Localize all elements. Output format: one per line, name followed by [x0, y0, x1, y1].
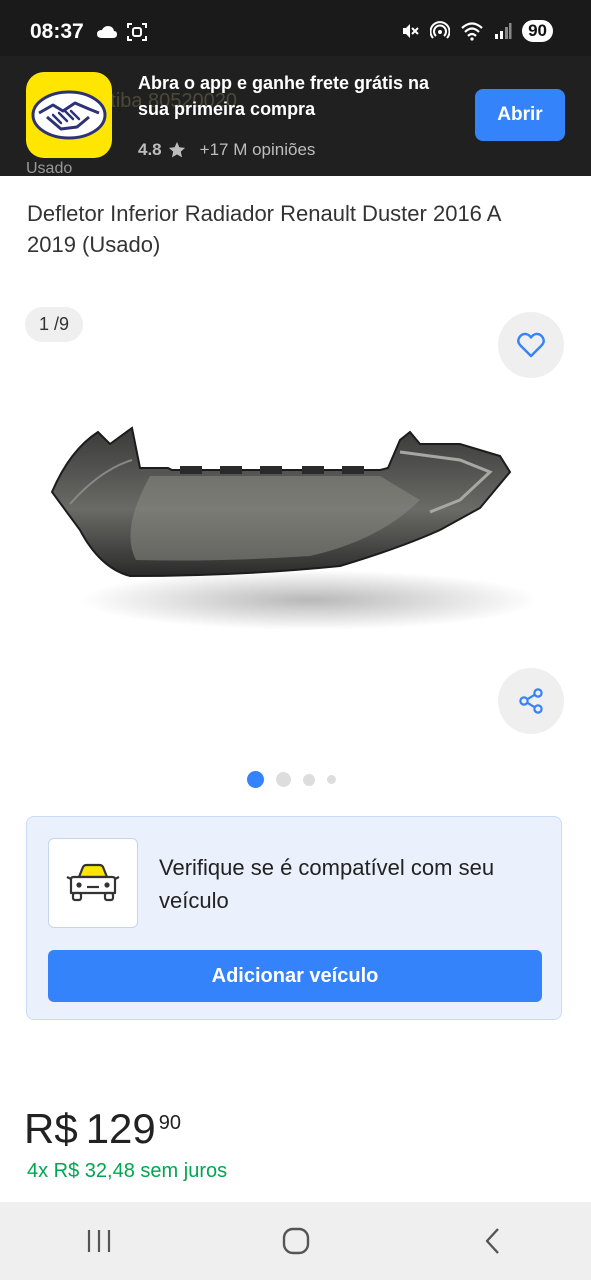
product-title: Defletor Inferior Radiador Renault Duste…	[27, 201, 501, 257]
back-icon	[485, 1228, 499, 1254]
screenshot-icon	[127, 23, 147, 41]
review-count: +17 M opiniões	[199, 140, 316, 159]
system-navigation-bar	[0, 1202, 591, 1280]
banner-title: Abra o app e ganhe frete grátis na sua p…	[138, 73, 430, 119]
app-install-banner: para Curitiba 80520020 Abra o app e ganh…	[0, 56, 591, 176]
installments: 4x R$ 32,48 sem juros	[27, 1160, 228, 1182]
compatibility-text: Verifique se é compatível com seu veícul…	[159, 855, 495, 913]
cloud-icon	[97, 26, 117, 38]
car-icon-box	[48, 838, 138, 928]
carousel-dot[interactable]	[303, 773, 315, 786]
status-bar: 08:37 90	[0, 0, 591, 56]
app-logo[interactable]	[26, 72, 112, 158]
heart-icon	[517, 332, 545, 358]
battery-indicator: 90	[522, 20, 553, 42]
recent-apps-icon	[87, 1230, 110, 1252]
rating-value: 4.8	[138, 140, 162, 159]
add-vehicle-button[interactable]: Adicionar veículo	[48, 950, 542, 1002]
handshake-logo-icon	[31, 90, 107, 140]
image-counter: 1 /9	[25, 307, 84, 342]
price: R$ 129 90	[24, 1104, 181, 1154]
price-currency: R$	[24, 1105, 78, 1152]
hotspot-icon	[430, 21, 451, 39]
status-time: 08:37	[30, 20, 84, 43]
price-amount: 129	[85, 1105, 156, 1152]
carousel-dot[interactable]	[276, 772, 291, 787]
star-icon	[168, 141, 185, 158]
back-button[interactable]	[463, 1211, 523, 1271]
carousel-dots	[247, 771, 336, 788]
share-button[interactable]	[498, 668, 564, 734]
carousel-dot[interactable]	[327, 775, 336, 784]
product-image[interactable]	[40, 400, 560, 640]
price-cents: 90	[158, 1112, 182, 1134]
open-app-button[interactable]: Abrir	[475, 89, 565, 141]
car-icon	[66, 863, 120, 902]
recent-apps-button[interactable]	[69, 1211, 129, 1271]
banner-rating: 4.8 +17 M opiniões	[138, 140, 315, 160]
favorite-button[interactable]	[498, 312, 564, 378]
mute-icon	[403, 24, 419, 38]
home-icon	[282, 1227, 309, 1255]
carousel-dot-active[interactable]	[247, 771, 264, 788]
signal-icon	[495, 23, 512, 39]
compatibility-card: Verifique se é compatível com seu veícul…	[26, 816, 562, 1020]
condition-label: Usado	[26, 160, 73, 176]
wifi-icon	[461, 22, 483, 41]
home-button[interactable]	[266, 1211, 326, 1271]
share-icon	[519, 688, 543, 714]
